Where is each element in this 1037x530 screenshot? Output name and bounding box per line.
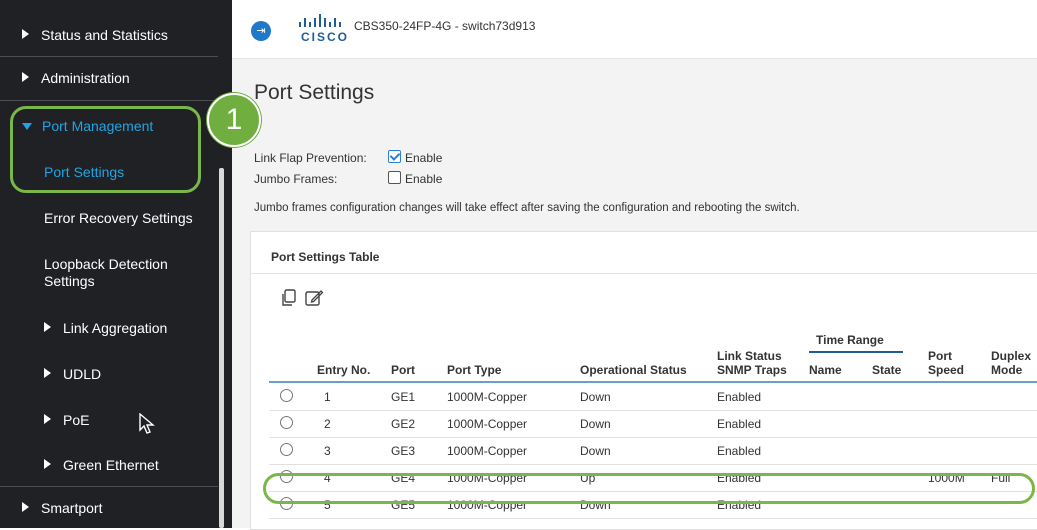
cell-port: GE2	[391, 417, 416, 431]
link-flap-prevention-label: Link Flap Prevention:	[254, 151, 367, 165]
divider	[251, 273, 1037, 274]
cell-link-status-traps: Enabled	[717, 417, 762, 431]
sidebar-item-label: Link Aggregation	[63, 320, 168, 336]
main-content: Port Settings Link Flap Prevention: Enab…	[232, 59, 1037, 530]
copy-settings-icon[interactable]	[279, 288, 299, 308]
cell-entry: 3	[324, 444, 331, 458]
expand-arrow-icon	[22, 29, 29, 39]
jumbo-frames-enable-label: Enable	[405, 172, 443, 186]
link-flap-enable-label: Enable	[405, 151, 443, 165]
column-header-name: Name	[809, 363, 842, 377]
table-row[interactable]: 3 GE3 1000M-Copper Down Enabled	[269, 438, 1037, 465]
cell-link-status-traps: Enabled	[717, 444, 762, 458]
sidebar-item-error-recovery-settings[interactable]: Error Recovery Settings	[44, 210, 193, 227]
sidebar-item-label: PoE	[63, 412, 90, 428]
sidebar-item-label: Smartport	[41, 500, 103, 516]
header-line: Duplex	[991, 349, 1032, 363]
sidebar-item-label: UDLD	[63, 366, 102, 382]
expand-arrow-icon	[22, 502, 29, 512]
row-select-radio[interactable]	[280, 416, 293, 429]
column-header-port: Port	[391, 363, 415, 377]
row-select-radio[interactable]	[280, 443, 293, 456]
time-range-underline	[809, 351, 903, 353]
cisco-logo: CISCO	[298, 14, 347, 46]
cell-operational-status: Down	[580, 444, 611, 458]
expand-arrow-icon	[44, 368, 51, 378]
expand-arrow-icon	[44, 459, 51, 469]
cell-entry: 1	[324, 390, 331, 404]
sidebar-item-label: Status and Statistics	[41, 27, 168, 43]
sidebar-item-smartport[interactable]: Smartport	[22, 500, 102, 517]
cell-operational-status: Down	[580, 417, 611, 431]
table-row[interactable]: 2 GE2 1000M-Copper Down Enabled	[269, 411, 1037, 438]
cell-port-type: 1000M-Copper	[447, 444, 528, 458]
jumbo-frames-checkbox[interactable]	[388, 171, 401, 184]
row-select-radio[interactable]	[280, 389, 293, 402]
divider	[0, 56, 218, 57]
column-header-port-speed: Port Speed	[928, 349, 964, 377]
column-header-operational-status: Operational Status	[580, 363, 687, 377]
jumbo-frames-note: Jumbo frames configuration changes will …	[254, 202, 800, 214]
cell-entry: 2	[324, 417, 331, 431]
sidebar-toggle-icon[interactable]: ⇥	[251, 21, 271, 41]
sidebar-scrollbar[interactable]	[219, 168, 224, 528]
header-line: Speed	[928, 363, 965, 377]
table-title: Port Settings Table	[271, 250, 380, 264]
column-header-port-type: Port Type	[447, 363, 502, 377]
header: ⇥ CISCO CBS350-24FP-4G - switch73d913	[232, 0, 1037, 59]
cell-operational-status: Down	[580, 390, 611, 404]
column-header-link-status: Link Status SNMP Traps	[717, 349, 787, 377]
column-header-duplex-mode: Duplex Mode	[991, 349, 1031, 377]
cell-link-status-traps: Enabled	[717, 390, 762, 404]
sidebar-item-green-ethernet[interactable]: Green Ethernet	[44, 457, 159, 474]
cisco-bars-icon	[299, 14, 341, 27]
step-number-badge: 1	[207, 93, 261, 147]
sidebar-item-label: Loopback Detection	[44, 256, 168, 272]
sidebar-item-label: Administration	[41, 70, 130, 86]
header-line: Link Status	[717, 349, 782, 363]
jumbo-frames-label: Jumbo Frames:	[254, 172, 338, 186]
cell-port-type: 1000M-Copper	[447, 417, 528, 431]
cisco-wordmark: CISCO	[301, 30, 350, 44]
divider	[0, 100, 218, 101]
sidebar-item-udld[interactable]: UDLD	[44, 366, 101, 383]
column-header-state: State	[872, 363, 902, 377]
device-name: CBS350-24FP-4G - switch73d913	[354, 19, 536, 33]
expand-arrow-icon	[44, 322, 51, 332]
sidebar-item-status-and-statistics[interactable]: Status and Statistics	[22, 27, 168, 44]
green-highlight-outline	[10, 106, 201, 193]
sidebar-item-link-aggregation[interactable]: Link Aggregation	[44, 320, 167, 337]
edit-icon[interactable]	[304, 288, 324, 308]
sidebar-item-label: Error Recovery Settings	[44, 210, 193, 226]
green-row-highlight-outline	[263, 473, 1035, 504]
cell-port-type: 1000M-Copper	[447, 390, 528, 404]
sidebar-item-label: Green Ethernet	[63, 457, 159, 473]
table-row[interactable]: 1 GE1 1000M-Copper Down Enabled	[269, 384, 1037, 411]
sidebar: Status and Statistics Administration Por…	[0, 0, 232, 528]
divider	[0, 486, 218, 487]
page-title: Port Settings	[254, 81, 375, 104]
header-line: SNMP Traps	[717, 363, 787, 377]
link-flap-prevention-checkbox[interactable]	[388, 150, 401, 163]
mouse-cursor-icon	[139, 413, 155, 434]
header-line: Mode	[991, 363, 1023, 377]
sidebar-item-administration[interactable]: Administration	[22, 70, 130, 87]
column-header-entry-no: Entry No.	[317, 363, 371, 377]
expand-arrow-icon	[44, 414, 51, 424]
sidebar-item-poe[interactable]: PoE	[44, 412, 89, 429]
column-header-time-range: Time Range	[816, 333, 884, 347]
table-header-underline	[269, 381, 1037, 383]
sidebar-item-label: Settings	[44, 273, 95, 289]
cell-port: GE3	[391, 444, 416, 458]
expand-arrow-icon	[22, 72, 29, 82]
cell-port: GE1	[391, 390, 416, 404]
sidebar-item-loopback-detection-settings[interactable]: Loopback Detection Settings	[44, 256, 168, 290]
header-line: Port	[928, 349, 952, 363]
